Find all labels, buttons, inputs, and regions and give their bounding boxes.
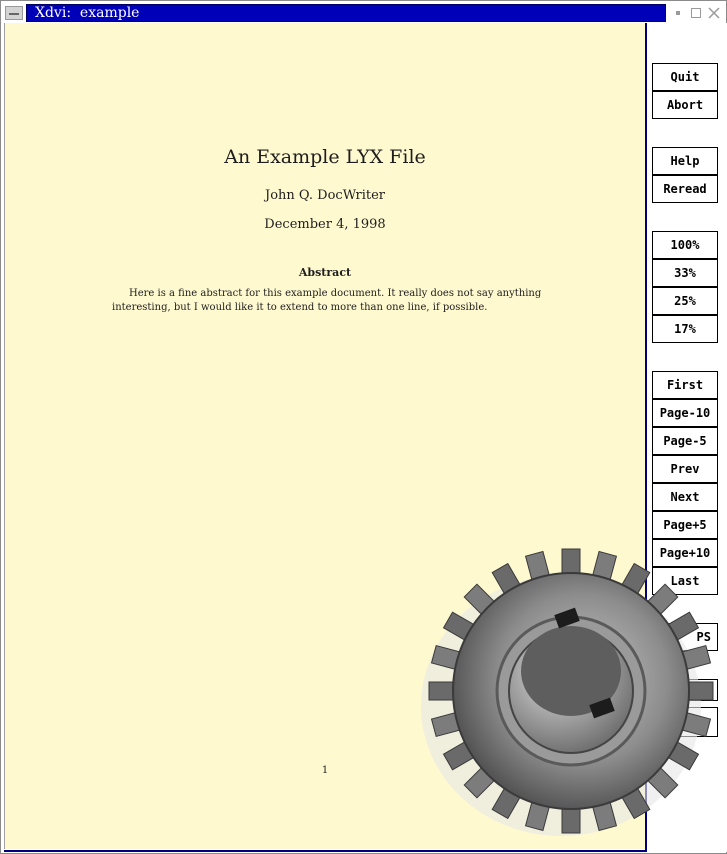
- sidebar-button-partial[interactable]: [652, 679, 718, 701]
- document-date: December 4, 1998: [264, 217, 386, 232]
- page-plus-5-button[interactable]: Page+5: [652, 511, 718, 539]
- title-bar-background[interactable]: Xdvi: example: [26, 4, 666, 22]
- abort-button[interactable]: Abort: [652, 91, 718, 119]
- next-page-button[interactable]: Next: [652, 483, 718, 511]
- last-page-button[interactable]: Last: [652, 567, 718, 595]
- zoom-100-button[interactable]: 100%: [652, 231, 718, 259]
- maximize-icon[interactable]: [690, 7, 702, 19]
- window-title: Xdvi: example: [35, 5, 140, 21]
- sidebar-button-partial[interactable]: [652, 707, 718, 737]
- page-minus-10-button[interactable]: Page-10: [652, 399, 718, 427]
- quit-button[interactable]: Quit: [652, 63, 718, 91]
- title-bar[interactable]: Xdvi: example: [2, 4, 725, 22]
- abstract-text-line: Here is a fine abstract for this example…: [129, 288, 542, 299]
- zoom-33-button[interactable]: 33%: [652, 259, 718, 287]
- document-author: John Q. DocWriter: [264, 188, 385, 203]
- reread-button[interactable]: Reread: [652, 175, 718, 203]
- zoom-25-button[interactable]: 25%: [652, 287, 718, 315]
- ps-button[interactable]: PS: [652, 623, 718, 651]
- zoom-17-button[interactable]: 17%: [652, 315, 718, 343]
- page-plus-10-button[interactable]: Page+10: [652, 539, 718, 567]
- page-minus-5-button[interactable]: Page-5: [652, 427, 718, 455]
- prev-page-button[interactable]: Prev: [652, 455, 718, 483]
- button-sidebar: Quit Abort Help Reread 100% 33% 25% 17% …: [649, 23, 727, 852]
- document-title: An Example LYX File: [224, 146, 426, 168]
- window-menu-icon[interactable]: [5, 6, 23, 20]
- minimize-icon[interactable]: [672, 7, 684, 19]
- xdvi-window: Xdvi: example An Example LYX File John Q…: [0, 0, 727, 854]
- abstract-heading: Abstract: [298, 266, 352, 279]
- help-button[interactable]: Help: [652, 147, 718, 175]
- page-number: 1: [321, 765, 329, 776]
- close-icon[interactable]: [708, 7, 720, 19]
- dvi-page[interactable]: An Example LYX File John Q. DocWriter De…: [4, 23, 645, 849]
- first-page-button[interactable]: First: [652, 371, 718, 399]
- abstract-text-line: interesting, but I would like it to exte…: [112, 302, 488, 313]
